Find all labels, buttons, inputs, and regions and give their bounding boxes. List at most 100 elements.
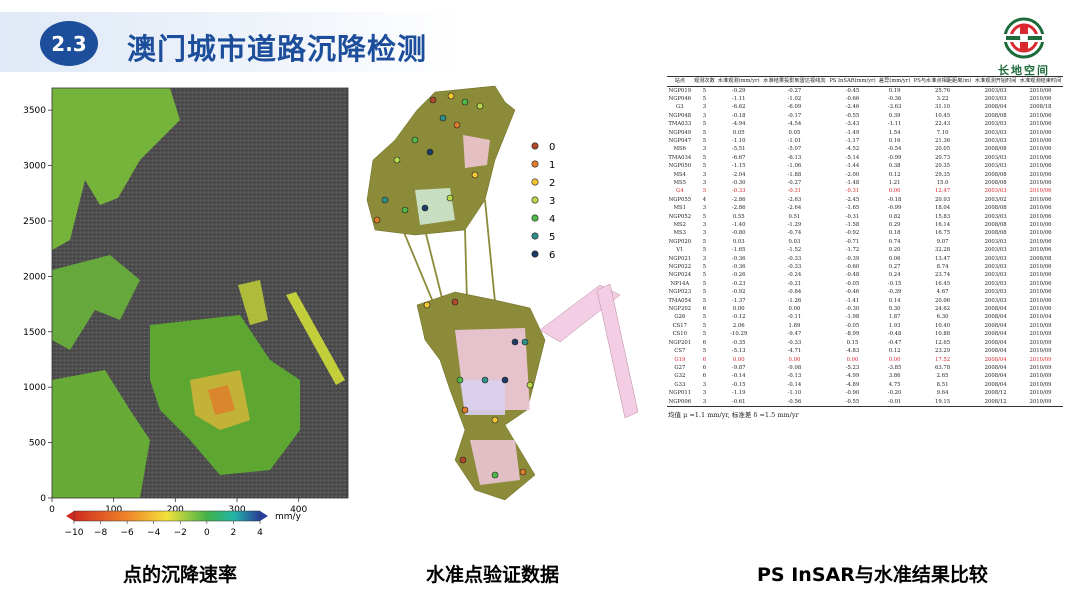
table-cell: -0.48: [887, 331, 902, 338]
table-cell: 2003/03: [984, 213, 1007, 220]
table-cell: 3: [702, 381, 707, 388]
subsidence-rate-svg: 0 100 200 300 400 05001000150020002500300035…: [23, 87, 349, 538]
table-cell: -1.41: [845, 297, 860, 304]
table-cell: 20.05: [934, 146, 951, 153]
table-cell: 5: [702, 137, 707, 144]
table-cell: 5: [702, 322, 707, 329]
table-row: NGP021 3 -0.36 -0.33 -0.39 0.06 13.47 2003/03 20…: [667, 255, 1063, 263]
table-cell: 2010/09: [1029, 398, 1052, 405]
table-cell: NGP049: [668, 129, 692, 136]
table-cell: 5: [702, 188, 707, 195]
table-cell: 2010/06: [1029, 137, 1052, 144]
table-cell: -0.66: [845, 95, 860, 102]
table-cell: -0.54: [887, 146, 902, 153]
table-cell: 7.10: [936, 129, 949, 136]
colorbar-tick-label: −2: [174, 528, 187, 538]
page-title: 澳门城市道路沉降检测: [127, 32, 428, 66]
table-cell: -0.12: [731, 314, 746, 321]
table-header-cell: 差异(mm/yr): [878, 78, 911, 84]
table-cell: -0.39: [845, 255, 860, 262]
table-cell: 19.15: [934, 398, 951, 405]
table-cell: -0.33: [787, 264, 802, 271]
table-cell: MS6: [673, 146, 687, 153]
table-cell: -0.45: [845, 87, 860, 94]
table-cell: 6: [702, 306, 707, 313]
table-cell: -0.99: [887, 205, 902, 212]
table-cell: 3: [702, 146, 707, 153]
table-cell: -4.52: [845, 146, 860, 153]
table-cell: -3.43: [845, 121, 860, 128]
table-cell: 20.93: [934, 196, 951, 203]
legend-marker-icon: [531, 160, 539, 168]
table-cell: 3: [702, 230, 707, 237]
table-cell: 2010/06: [1029, 280, 1052, 287]
table-cell: 2008/12: [984, 390, 1007, 397]
table-cell: -1.06: [787, 163, 802, 170]
table-cell: 3.86: [888, 373, 901, 380]
y-tick-label: 2500: [23, 217, 46, 227]
table-cell: 6: [702, 364, 707, 371]
table-cell: CS7: [674, 348, 686, 355]
caption-subsidence-rate: 点的沉降速率: [123, 564, 238, 586]
table-cell: 22.43: [934, 121, 951, 128]
table-cell: -3.63: [887, 104, 902, 111]
table-cell: -1.98: [845, 314, 860, 321]
table-cell: -0.20: [887, 390, 902, 397]
table-cell: 2008/08: [984, 146, 1007, 153]
table-cell: 3: [702, 104, 707, 111]
table-cell: 2008/08: [984, 179, 1007, 186]
table-cell: 20.06: [934, 297, 951, 304]
table-cell: -2.64: [787, 205, 802, 212]
colorbar-tick-label: 2: [231, 528, 237, 538]
map-legend: 0 1 2 3 4 5 6: [531, 142, 555, 261]
table-cell: NGP011: [668, 390, 692, 397]
table-cell: -0.90: [845, 390, 860, 397]
table-cell: 2003/03: [984, 137, 1007, 144]
table-cell: -0.36: [731, 255, 746, 262]
table-cell: 0.05: [788, 129, 801, 136]
table-cell: 0.24: [888, 272, 901, 279]
table-row: MS5 3 -0.30 -0.27 -1.48 1.21 15.0 2008/08 2010/0…: [667, 179, 1063, 187]
table-cell: -5.07: [787, 146, 802, 153]
table-cell: 16.75: [934, 230, 951, 237]
table-cell: -2.63: [787, 196, 802, 203]
table-cell: NGP023: [668, 289, 692, 296]
table-cell: -4.89: [845, 381, 860, 388]
table-cell: 2010/06: [1029, 205, 1052, 212]
table-cell: -2.86: [731, 196, 746, 203]
legend-label: 1: [549, 160, 555, 171]
table-cell: 5: [702, 280, 707, 287]
table-cell: 2010/06: [1029, 238, 1052, 245]
table-cell: 0.38: [888, 163, 901, 170]
table-cell: 2010/06: [1029, 95, 1052, 102]
table-cell: 3: [702, 390, 707, 397]
table-cell: 2010/06: [1029, 272, 1052, 279]
colorbar-tick-label: −6: [121, 528, 135, 538]
table-cell: -0.48: [845, 272, 860, 279]
table-row: NGP024 5 -0.26 -0.24 -0.48 0.24 23.74 2003/03 20…: [667, 271, 1063, 279]
table-cell: 2003/02: [984, 196, 1007, 203]
table-cell: -0.29: [731, 87, 746, 94]
table-cell: 0.82: [888, 213, 901, 220]
legend-marker-icon: [531, 178, 539, 186]
table-cell: 2010/09: [1029, 356, 1052, 363]
table-cell: 0.00: [888, 188, 901, 195]
table-cell: 10.40: [934, 322, 951, 329]
table-cell: 12.65: [934, 339, 951, 346]
table-cell: 2008/04: [984, 331, 1007, 338]
table-cell: G3: [676, 104, 684, 111]
table-cell: 2008/08: [984, 171, 1007, 178]
table-cell: 2.65: [936, 373, 949, 380]
table-cell: 16.14: [934, 222, 951, 228]
table-cell: 5: [702, 264, 707, 271]
table-row: G33 3 -0.15 -0.14 -4.89 4.75 8.51 2008/04 2010/0…: [667, 381, 1063, 389]
table-cell: 0.00: [732, 356, 745, 363]
table-cell: NGP050: [668, 163, 692, 170]
legend-marker-icon: [531, 214, 539, 222]
table-cell: -5.51: [731, 146, 746, 153]
table-cell: 2010/06: [1029, 247, 1052, 254]
y-tick-label: 500: [29, 439, 46, 449]
table-cell: 0.03: [732, 238, 745, 245]
table-cell: MS4: [673, 171, 687, 178]
table-cell: -2.04: [731, 171, 746, 178]
